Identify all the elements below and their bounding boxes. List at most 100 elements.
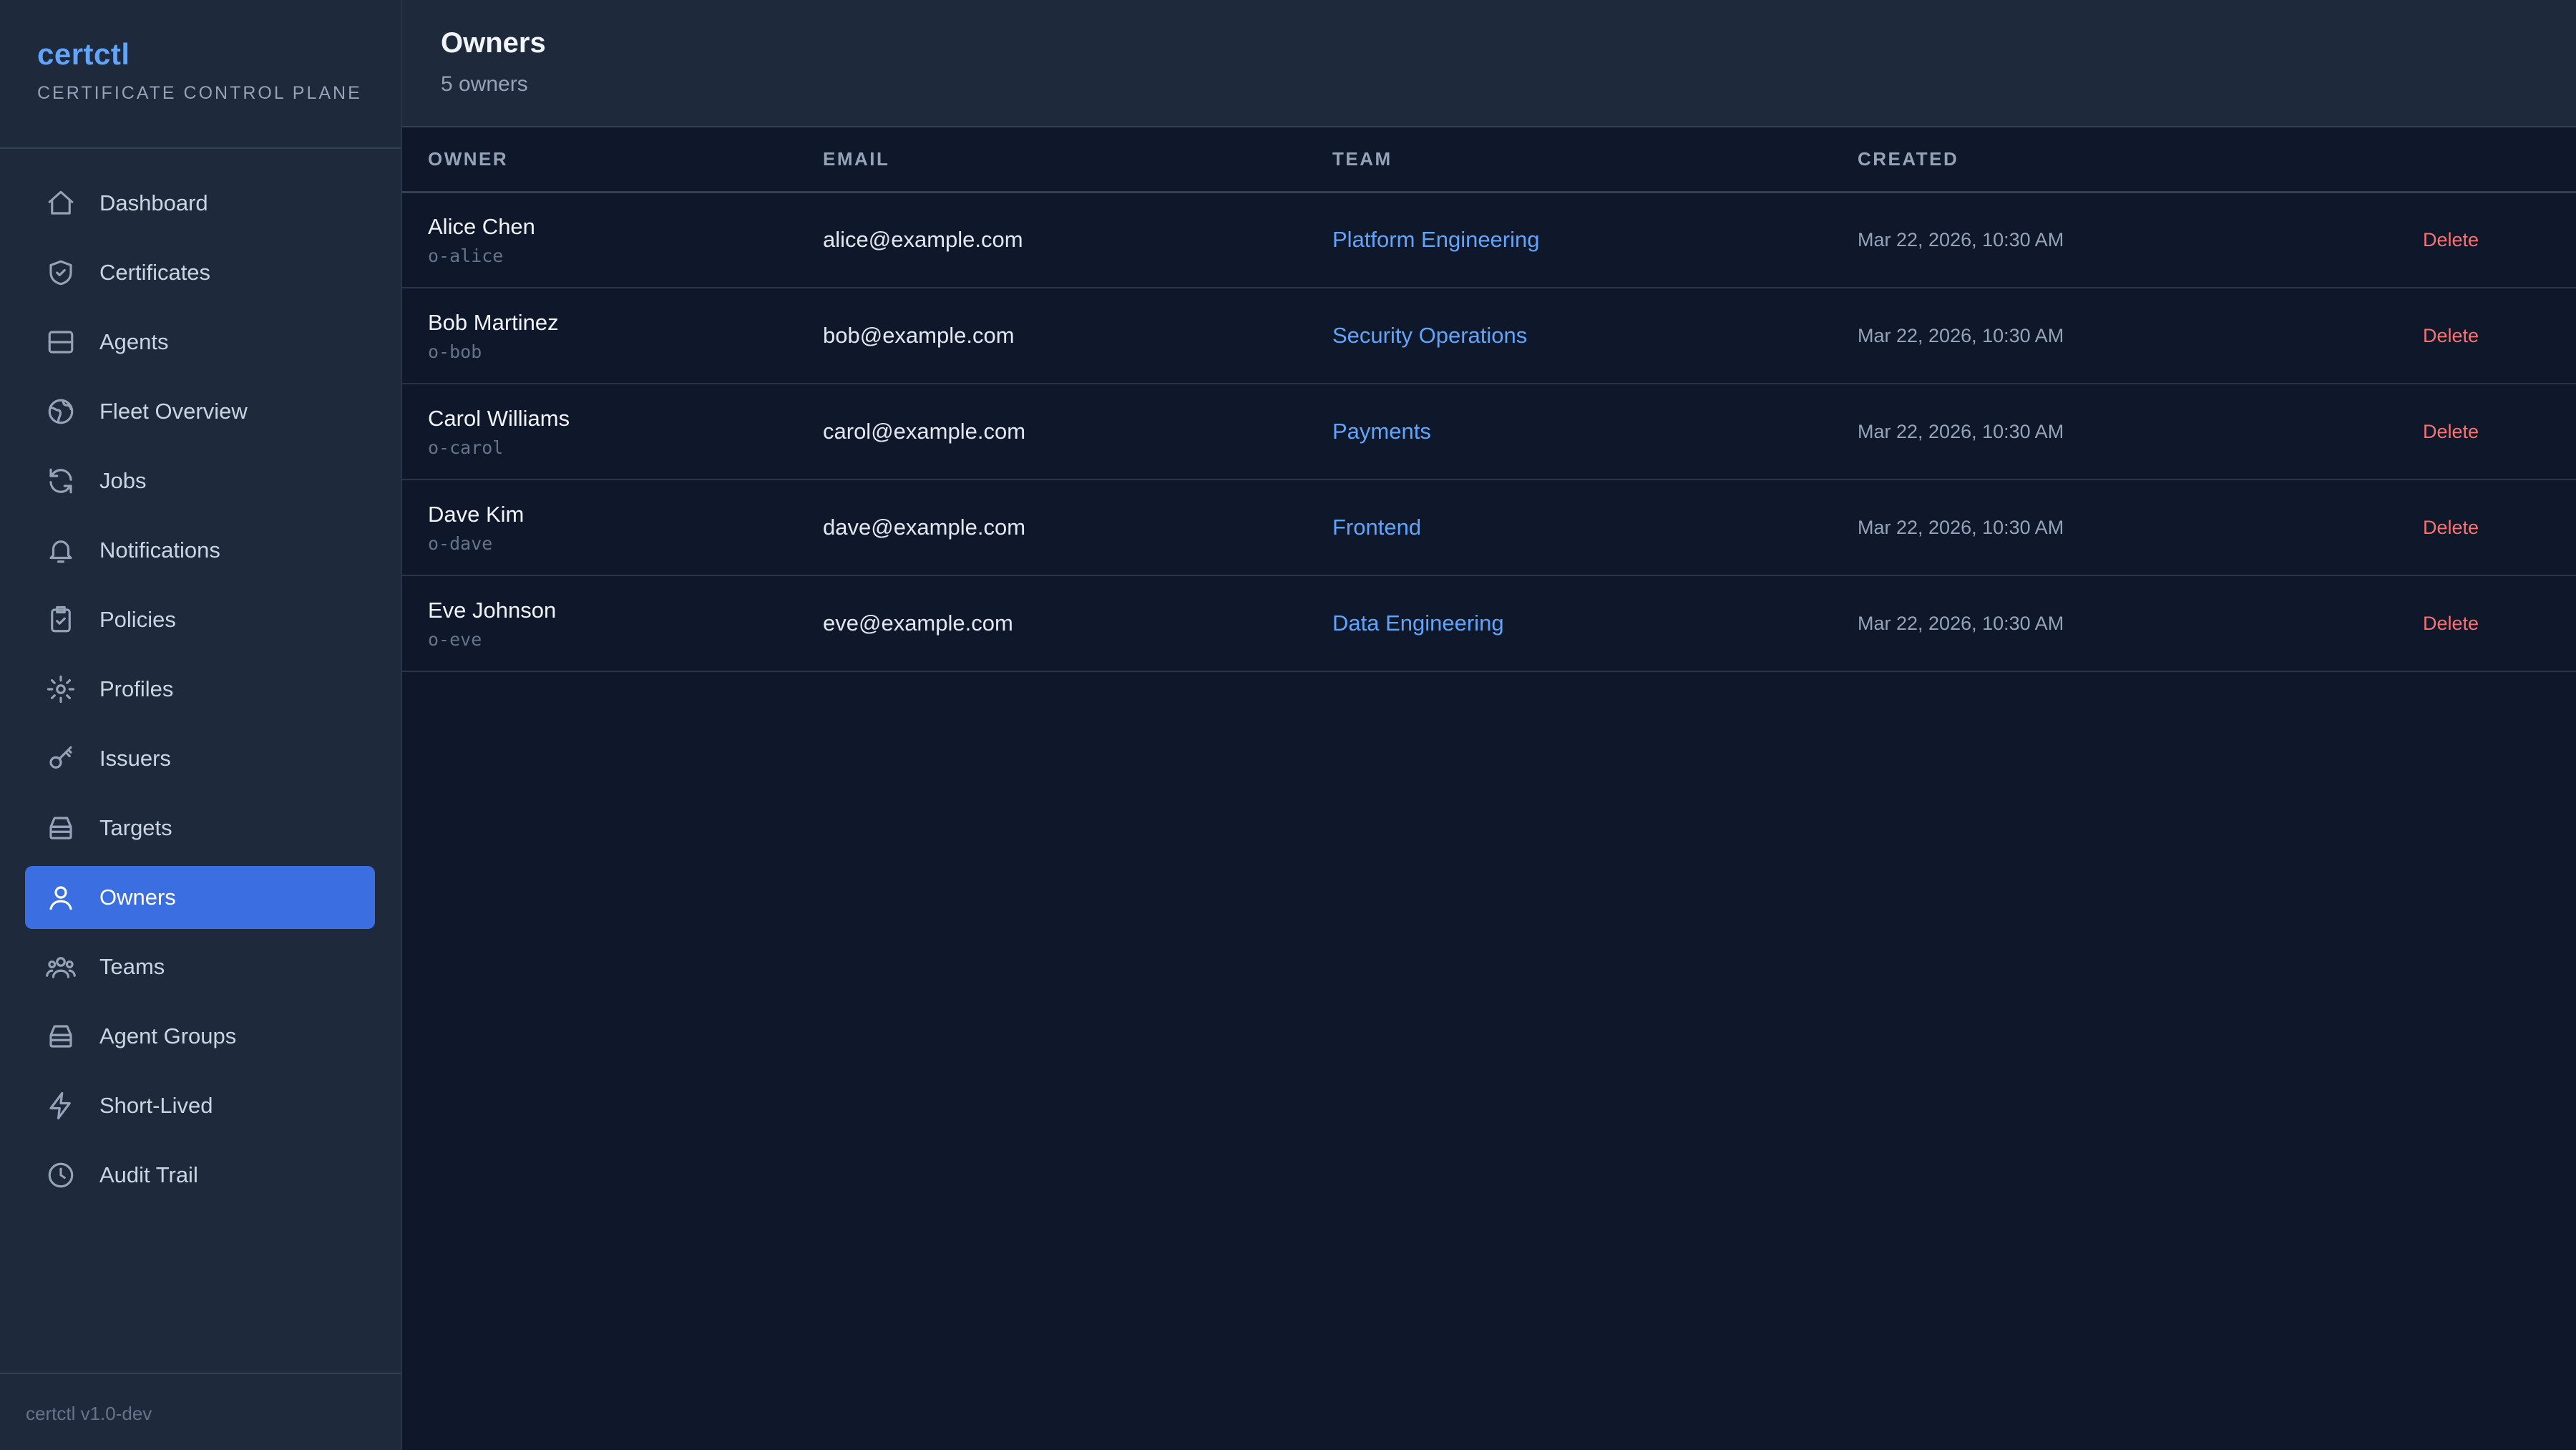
sidebar-item-agents[interactable]: Agents <box>25 311 375 374</box>
delete-button[interactable]: Delete <box>2386 613 2479 634</box>
sidebar-item-label: Notifications <box>99 537 220 563</box>
sidebar-item-label: Agent Groups <box>99 1023 237 1048</box>
team-cell: Payments <box>1307 384 1832 480</box>
bolt-icon <box>45 1090 77 1121</box>
sidebar-item-label: Teams <box>99 954 165 979</box>
team-link[interactable]: Frontend <box>1332 515 1421 540</box>
sidebar-item-notifications[interactable]: Notifications <box>25 519 375 582</box>
owner-count: 5 owners <box>441 72 528 96</box>
team-cell: Platform Engineering <box>1307 192 1832 288</box>
column-header-team: TEAM <box>1332 147 1392 170</box>
table-row: Alice Chen o-alice alice@example.com Platfo… <box>402 192 2576 288</box>
sidebar-item-issuers[interactable]: Issuers <box>25 727 375 790</box>
created-date: Mar 22, 2026, 10:30 AM <box>1858 420 2064 442</box>
sidebar-item-certificates[interactable]: Certificates <box>25 241 375 304</box>
shield-icon <box>45 257 77 288</box>
owner-name: Alice Chen <box>428 213 535 239</box>
clipboard-check-icon <box>45 604 77 636</box>
email-cell: alice@example.com <box>797 192 1307 288</box>
sidebar-item-targets[interactable]: Targets <box>25 797 375 860</box>
created-date: Mar 22, 2026, 10:30 AM <box>1858 516 2064 538</box>
sidebar-item-label: Profiles <box>99 676 174 701</box>
created-cell: Mar 22, 2026, 10:30 AM <box>1832 480 2360 575</box>
created-date: Mar 22, 2026, 10:30 AM <box>1858 612 2064 634</box>
owner-cell: Bob Martinez o-bob <box>402 288 797 384</box>
owner-cell: Dave Kim o-dave <box>402 480 797 575</box>
sidebar-item-label: Certificates <box>99 260 211 285</box>
owner-id: o-carol <box>428 437 504 458</box>
created-cell: Mar 22, 2026, 10:30 AM <box>1832 288 2360 384</box>
sidebar-item-jobs[interactable]: Jobs <box>25 449 375 512</box>
page-header: Owners 5 owners <box>402 0 2576 127</box>
clock-icon <box>45 1159 77 1191</box>
sidebar-item-label: Dashboard <box>99 190 208 215</box>
table-row: Bob Martinez o-bob bob@example.com Security… <box>402 288 2576 384</box>
email-cell: bob@example.com <box>797 288 1307 384</box>
delete-button[interactable]: Delete <box>2386 229 2479 250</box>
owners-table-body: Alice Chen o-alice alice@example.com Platfo… <box>402 192 2576 671</box>
delete-button[interactable]: Delete <box>2386 421 2479 442</box>
bell-icon <box>45 535 77 566</box>
email-cell: carol@example.com <box>797 384 1307 480</box>
actions-cell: Delete <box>2360 288 2576 384</box>
sidebar-item-label: Agents <box>99 329 169 354</box>
delete-button[interactable]: Delete <box>2386 517 2479 538</box>
owners-table: OWNER EMAIL TEAM CREATED Alice Chen o-ali… <box>402 127 2576 672</box>
team-link[interactable]: Security Operations <box>1332 323 1527 348</box>
sidebar-item-label: Issuers <box>99 746 171 771</box>
sidebar-item-dashboard[interactable]: Dashboard <box>25 172 375 235</box>
sidebar-item-profiles[interactable]: Profiles <box>25 658 375 721</box>
sidebar-item-agent-groups[interactable]: Agent Groups <box>25 1005 375 1068</box>
key-icon <box>45 743 77 774</box>
sidebar-item-label: Jobs <box>99 468 147 493</box>
email-cell: dave@example.com <box>797 480 1307 575</box>
brand: certctl CERTIFICATE CONTROL PLANE <box>0 0 401 149</box>
sidebar-item-short-lived[interactable]: Short-Lived <box>25 1074 375 1137</box>
created-date: Mar 22, 2026, 10:30 AM <box>1858 324 2064 346</box>
sidebar-item-label: Short-Lived <box>99 1093 213 1118</box>
table-row: Eve Johnson o-eve eve@example.com Data Engi… <box>402 575 2576 671</box>
owner-name: Carol Williams <box>428 405 570 431</box>
team-cell: Data Engineering <box>1307 575 1832 671</box>
globe-icon <box>45 396 77 427</box>
created-cell: Mar 22, 2026, 10:30 AM <box>1832 192 2360 288</box>
brand-name[interactable]: certctl <box>37 37 364 72</box>
sidebar-item-label: Targets <box>99 815 172 840</box>
app-root: certctl CERTIFICATE CONTROL PLANE Dashbo… <box>0 0 2576 1450</box>
owner-name: Dave Kim <box>428 501 525 527</box>
owner-id: o-eve <box>428 628 482 650</box>
created-cell: Mar 22, 2026, 10:30 AM <box>1832 575 2360 671</box>
actions-cell: Delete <box>2360 480 2576 575</box>
owner-id: o-bob <box>428 341 482 362</box>
sidebar-item-fleet-overview[interactable]: Fleet Overview <box>25 380 375 443</box>
refresh-icon <box>45 465 77 497</box>
users-icon <box>45 951 77 983</box>
page-title: Owners <box>441 27 546 59</box>
stack-icon <box>45 1021 77 1052</box>
delete-button[interactable]: Delete <box>2386 325 2479 346</box>
sidebar-item-label: Fleet Overview <box>99 399 248 424</box>
column-header-email: EMAIL <box>823 147 890 170</box>
sidebar-item-audit-trail[interactable]: Audit Trail <box>25 1144 375 1207</box>
created-cell: Mar 22, 2026, 10:30 AM <box>1832 384 2360 480</box>
home-icon <box>45 188 77 219</box>
team-link[interactable]: Payments <box>1332 419 1431 444</box>
owner-cell: Carol Williams o-carol <box>402 384 797 480</box>
owner-name: Eve Johnson <box>428 597 557 623</box>
sidebar-item-policies[interactable]: Policies <box>25 588 375 651</box>
column-header-created: CREATED <box>1858 147 1959 170</box>
sidebar-item-owners[interactable]: Owners <box>25 866 375 929</box>
actions-cell: Delete <box>2360 384 2576 480</box>
table-header-row: OWNER EMAIL TEAM CREATED <box>402 127 2576 192</box>
user-icon <box>45 882 77 913</box>
actions-cell: Delete <box>2360 192 2576 288</box>
team-link[interactable]: Data Engineering <box>1332 610 1504 636</box>
owner-email: eve@example.com <box>823 610 1013 636</box>
team-link[interactable]: Platform Engineering <box>1332 227 1540 252</box>
server-icon <box>45 326 77 358</box>
owner-id: o-alice <box>428 245 504 266</box>
sidebar-item-teams[interactable]: Teams <box>25 935 375 998</box>
gear-icon <box>45 673 77 705</box>
table-row: Carol Williams o-carol carol@example.com Pa… <box>402 384 2576 480</box>
table-row: Dave Kim o-dave dave@example.com Frontend Ma… <box>402 480 2576 575</box>
